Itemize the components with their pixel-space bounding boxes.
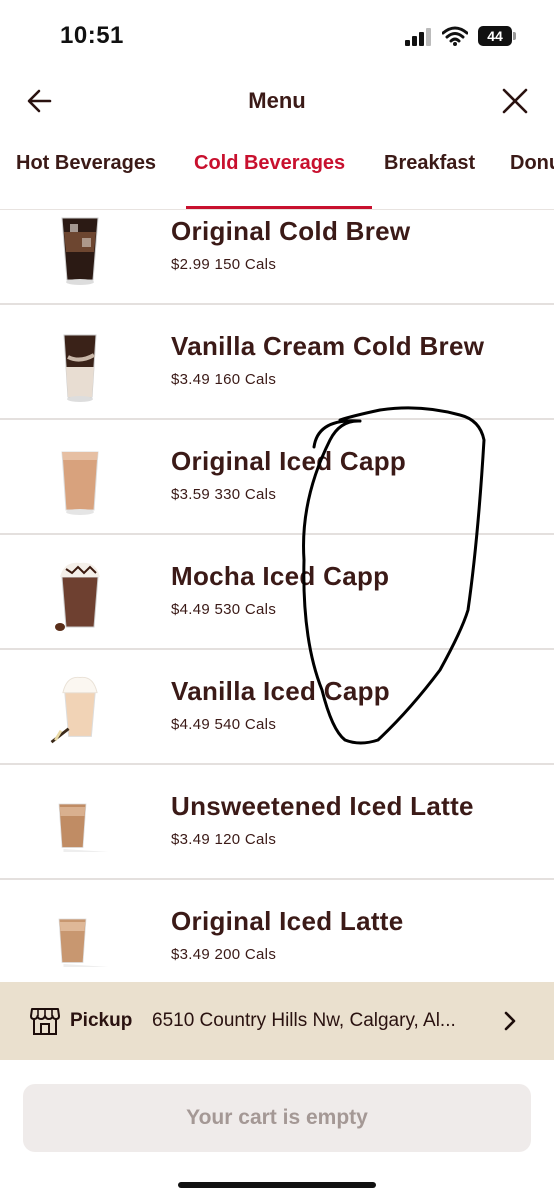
pickup-label: Pickup (70, 1010, 133, 1031)
item-name: Original Iced Latte (171, 906, 404, 936)
item-calories: 330 Cals (214, 486, 277, 503)
item-calories: 120 Cals (214, 831, 277, 848)
battery-level: 44 (478, 26, 512, 46)
item-calories: 200 Cals (214, 946, 277, 963)
menu-item-vanilla-iced-capp[interactable]: Vanilla Iced Capp $4.49 540 Cals (0, 650, 554, 765)
item-price: $3.59 (171, 486, 211, 503)
item-price: $4.49 (171, 716, 211, 733)
menu-item-mocha-iced-capp[interactable]: Mocha Iced Capp $4.49 530 Cals (0, 535, 554, 650)
item-calories: 540 Cals (214, 716, 277, 733)
tab-donuts[interactable]: Donu (510, 152, 554, 175)
item-calories: 530 Cals (214, 601, 277, 618)
item-price-calories: $3.49 120 Cals (171, 831, 276, 848)
item-price: $2.99 (171, 256, 211, 273)
menu-item-original-iced-latte[interactable]: Original Iced Latte $3.49 200 Cals (0, 880, 554, 982)
item-name: Unsweetened Iced Latte (171, 791, 474, 821)
menu-item-original-cold-brew[interactable]: Original Cold Brew $2.99 150 Cals (0, 210, 554, 305)
active-tab-indicator (186, 206, 372, 209)
cart-button[interactable]: Your cart is empty (23, 1084, 531, 1152)
status-time: 10:51 (60, 22, 124, 49)
item-calories: 150 Cals (214, 256, 277, 273)
category-tabs: Hot Beverages Cold Beverages Breakfast D… (0, 134, 554, 210)
page-title: Menu (248, 88, 306, 113)
menu-item-unsweetened-iced-latte[interactable]: Unsweetened Iced Latte $3.49 120 Cals (0, 765, 554, 880)
item-calories: 160 Cals (214, 371, 277, 388)
item-price-calories: $4.49 540 Cals (171, 716, 276, 733)
status-bar: 10:51 44 (0, 0, 554, 72)
item-price-calories: $4.49 530 Cals (171, 601, 276, 618)
iced-latte-image (58, 918, 109, 967)
tab-breakfast[interactable]: Breakfast (384, 152, 475, 175)
item-price-calories: $2.99 150 Cals (171, 256, 276, 273)
battery-icon: 44 (478, 26, 516, 46)
item-price: $3.49 (171, 831, 211, 848)
item-name: Mocha Iced Capp (171, 561, 390, 591)
item-name: Vanilla Iced Capp (171, 676, 390, 706)
menu-item-original-iced-capp[interactable]: Original Iced Capp $3.59 330 Cals (0, 420, 554, 535)
iced-capp-image (61, 451, 99, 515)
wifi-icon (442, 26, 468, 46)
item-name: Original Cold Brew (171, 216, 411, 246)
item-price-calories: $3.49 200 Cals (171, 946, 276, 963)
vanilla-cream-cold-brew-image (63, 334, 97, 402)
item-price: $3.49 (171, 371, 211, 388)
pickup-location-bar[interactable]: Pickup 6510 Country Hills Nw, Calgary, A… (0, 982, 554, 1060)
header: Menu (0, 72, 554, 134)
close-icon[interactable] (498, 84, 532, 118)
menu-item-vanilla-cream-cold-brew[interactable]: Vanilla Cream Cold Brew $3.49 160 Cals (0, 305, 554, 420)
pickup-address: 6510 Country Hills Nw, Calgary, Al... (152, 1010, 456, 1031)
item-price: $4.49 (171, 601, 211, 618)
cold-brew-drink-image (61, 217, 99, 285)
mocha-iced-capp-image (55, 562, 100, 631)
tab-cold-beverages[interactable]: Cold Beverages (194, 152, 345, 175)
menu-list: Original Cold Brew $2.99 150 Cals Vanill… (0, 210, 554, 982)
home-indicator (178, 1182, 376, 1188)
tab-hot-beverages[interactable]: Hot Beverages (16, 152, 156, 175)
iced-latte-image (58, 803, 109, 852)
store-icon (30, 1008, 60, 1035)
vanilla-iced-capp-image (50, 676, 98, 744)
item-price-calories: $3.59 330 Cals (171, 486, 276, 503)
signal-icon (405, 28, 433, 46)
item-name: Vanilla Cream Cold Brew (171, 331, 485, 361)
chevron-right-icon[interactable] (500, 1010, 520, 1032)
item-name: Original Iced Capp (171, 446, 407, 476)
item-price-calories: $3.49 160 Cals (171, 371, 276, 388)
item-price: $3.49 (171, 946, 211, 963)
